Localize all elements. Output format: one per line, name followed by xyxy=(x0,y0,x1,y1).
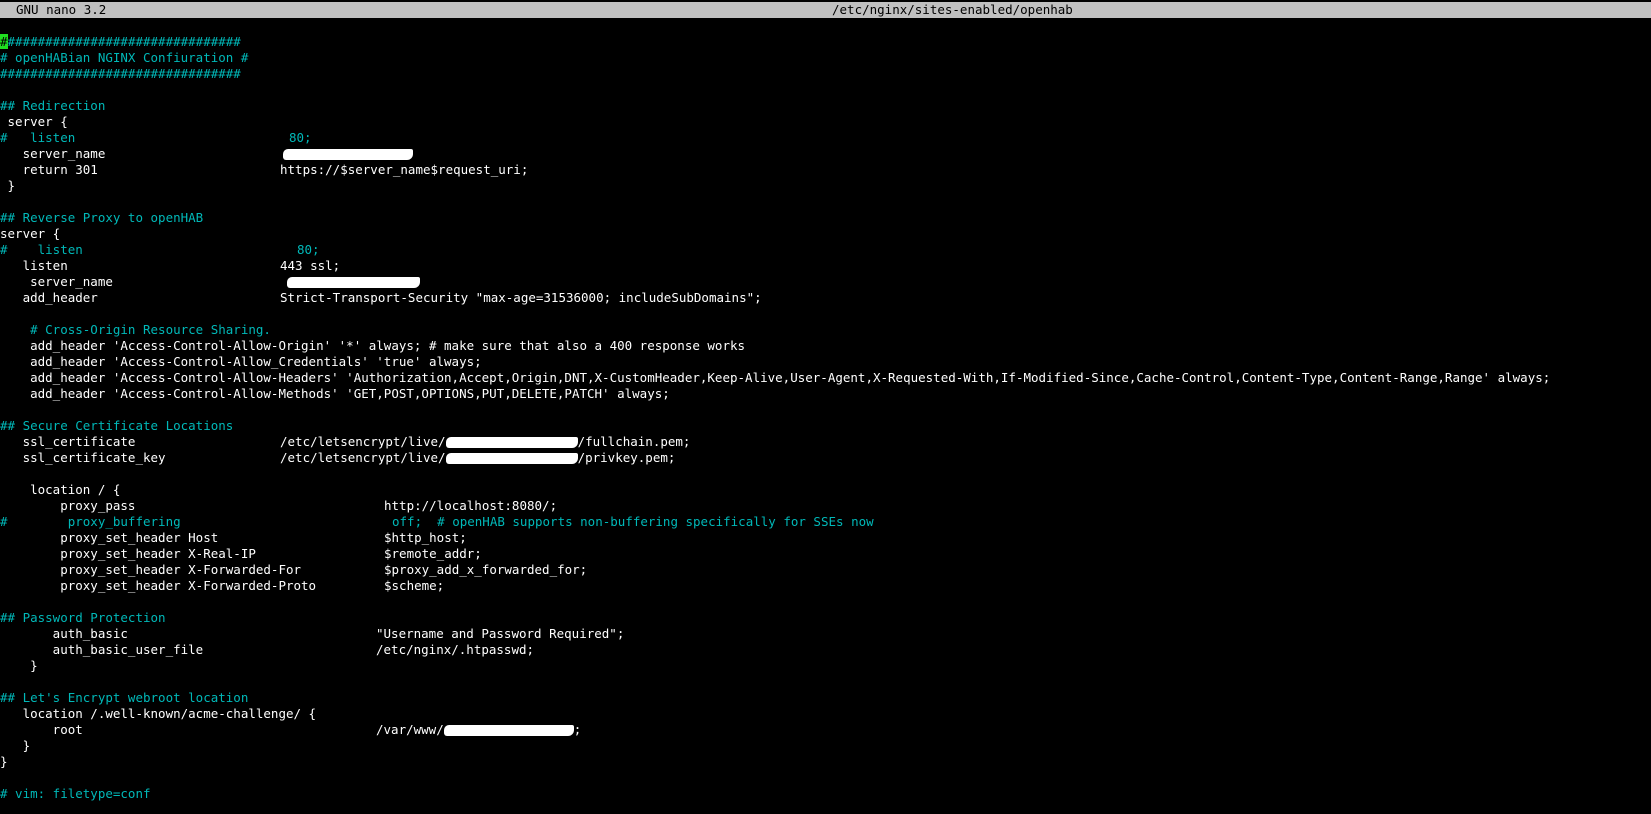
value-text: $scheme; xyxy=(384,578,445,593)
code-line[interactable]: # vim: filetype=conf xyxy=(0,786,1651,802)
value-text: /privkey.pem; xyxy=(577,450,676,465)
value-text: https://$server_name$request_uri; xyxy=(280,162,529,177)
value-text: $http_host; xyxy=(384,530,467,545)
code-line[interactable]: ## Reverse Proxy to openHAB xyxy=(0,210,1651,226)
code-line[interactable]: ssl_certificate /etc/letsencrypt/live/ /f… xyxy=(0,434,1651,450)
directive-text: # proxy_buffering xyxy=(0,514,181,529)
value-text: /etc/nginx/.htpasswd; xyxy=(376,642,535,657)
directive-text: proxy_pass xyxy=(0,498,136,513)
directive-text: auth_basic xyxy=(0,626,128,641)
directive-text: proxy_set_header X-Forwarded-Proto xyxy=(0,578,317,593)
code-line[interactable]: } xyxy=(0,178,1651,194)
code-line[interactable] xyxy=(0,770,1651,786)
code-line[interactable]: server { xyxy=(0,226,1651,242)
text-cursor[interactable]: # xyxy=(0,34,8,49)
code-line[interactable]: add_header 'Access-Control-Allow-Origin'… xyxy=(0,338,1651,354)
directive-text: proxy_set_header Host xyxy=(0,530,219,545)
code-line[interactable]: return 301 https://$server_name$request_… xyxy=(0,162,1651,178)
directive-text: proxy_set_header X-Forwarded-For xyxy=(0,562,302,577)
directive-text: ssl_certificate_key xyxy=(0,450,166,465)
code-line[interactable]: proxy_set_header X-Forwarded-Proto $sche… xyxy=(0,578,1651,594)
code-line[interactable]: proxy_pass http://localhost:8080/; xyxy=(0,498,1651,514)
directive-text: # listen xyxy=(0,242,83,257)
directive-text: # listen xyxy=(0,130,76,145)
app-name: GNU nano 3.2 xyxy=(16,2,107,17)
code-line[interactable]: ## Secure Certificate Locations xyxy=(0,418,1651,434)
file-path: /etc/nginx/sites-enabled/openhab xyxy=(832,2,1073,17)
code-line[interactable]: } xyxy=(0,738,1651,754)
value-text: ; xyxy=(573,722,582,737)
directive-text: server_name xyxy=(0,146,106,161)
value-text: /etc/letsencrypt/live/ xyxy=(280,450,446,465)
code-line[interactable]: ## Password Protection xyxy=(0,610,1651,626)
code-line[interactable]: proxy_set_header X-Real-IP $remote_addr; xyxy=(0,546,1651,562)
value-text: "Username and Password Required"; xyxy=(376,626,625,641)
value-text: 443 ssl; xyxy=(280,258,341,273)
code-line[interactable]: # listen 80; xyxy=(0,130,1651,146)
comment-text: ############################### xyxy=(7,34,241,49)
code-line[interactable]: server { xyxy=(0,114,1651,130)
code-line[interactable]: # proxy_buffering off; # openHAB support… xyxy=(0,514,1651,530)
code-line[interactable]: add_header 'Access-Control-Allow-Headers… xyxy=(0,370,1651,386)
redacted-domain xyxy=(445,437,578,448)
code-line[interactable]: ## Let's Encrypt webroot location xyxy=(0,690,1651,706)
code-line[interactable]: server_name xyxy=(0,274,1651,290)
code-line[interactable]: ################################ xyxy=(0,66,1651,82)
redacted-domain xyxy=(443,725,574,736)
code-line[interactable]: location / { xyxy=(0,482,1651,498)
code-line[interactable]: auth_basic_user_file /etc/nginx/.htpassw… xyxy=(0,642,1651,658)
code-line[interactable]: ssl_certificate_key /etc/letsencrypt/liv… xyxy=(0,450,1651,466)
value-text: /fullchain.pem; xyxy=(577,434,691,449)
code-line[interactable]: # Cross-Origin Resource Sharing. xyxy=(0,322,1651,338)
code-line[interactable] xyxy=(0,306,1651,322)
directive-text: ssl_certificate xyxy=(0,434,136,449)
redacted-server-name xyxy=(287,277,420,288)
code-line[interactable]: add_header Strict-Transport-Security "ma… xyxy=(0,290,1651,306)
value-text: Strict-Transport-Security "max-age=31536… xyxy=(280,290,762,305)
directive-text: add_header xyxy=(0,290,98,305)
code-line[interactable] xyxy=(0,82,1651,98)
code-line[interactable] xyxy=(0,402,1651,418)
value-text: $proxy_add_x_forwarded_for; xyxy=(384,562,588,577)
code-line[interactable]: ## Redirection xyxy=(0,98,1651,114)
code-line[interactable]: add_header 'Access-Control-Allow-Methods… xyxy=(0,386,1651,402)
code-line[interactable]: root /var/www/; xyxy=(0,722,1651,738)
code-line[interactable]: } xyxy=(0,754,1651,770)
code-line[interactable]: listen 443 ssl; xyxy=(0,258,1651,274)
redacted-domain xyxy=(445,453,578,464)
directive-text: auth_basic_user_file xyxy=(0,642,204,657)
code-line[interactable] xyxy=(0,466,1651,482)
code-line[interactable]: server_name xyxy=(0,146,1651,162)
code-line[interactable]: ################################ xyxy=(0,34,1651,50)
redacted-server-name xyxy=(283,149,413,160)
directive-text: server_name xyxy=(0,274,113,289)
value-text: /var/www/ xyxy=(376,722,444,737)
code-line[interactable] xyxy=(0,594,1651,610)
directive-text: root xyxy=(0,722,83,737)
directive-text: return 301 xyxy=(0,162,98,177)
code-line[interactable]: } xyxy=(0,658,1651,674)
code-line[interactable] xyxy=(0,674,1651,690)
code-line[interactable]: proxy_set_header Host $http_host; xyxy=(0,530,1651,546)
nano-title-bar: GNU nano 3.2 /etc/nginx/sites-enabled/op… xyxy=(0,2,1651,18)
code-line[interactable] xyxy=(0,194,1651,210)
code-line[interactable]: add_header 'Access-Control-Allow_Credent… xyxy=(0,354,1651,370)
value-text: 80; xyxy=(289,130,312,145)
directive-text: listen xyxy=(0,258,68,273)
code-line[interactable]: proxy_set_header X-Forwarded-For $proxy_… xyxy=(0,562,1651,578)
directive-text: proxy_set_header X-Real-IP xyxy=(0,546,256,561)
code-line[interactable]: # openHABian NGINX Confiuration # xyxy=(0,50,1651,66)
value-text: $remote_addr; xyxy=(384,546,482,561)
value-text: http://localhost:8080/; xyxy=(384,498,558,513)
code-line[interactable]: location /.well-known/acme-challenge/ { xyxy=(0,706,1651,722)
code-line[interactable]: auth_basic "Username and Password Requir… xyxy=(0,626,1651,642)
value-text: /etc/letsencrypt/live/ xyxy=(280,434,446,449)
editor-buffer[interactable]: ################################ # openH… xyxy=(0,34,1651,802)
code-line[interactable]: # listen 80; xyxy=(0,242,1651,258)
value-text: off; # openHAB supports non-buffering sp… xyxy=(392,514,874,529)
value-text: 80; xyxy=(297,242,320,257)
